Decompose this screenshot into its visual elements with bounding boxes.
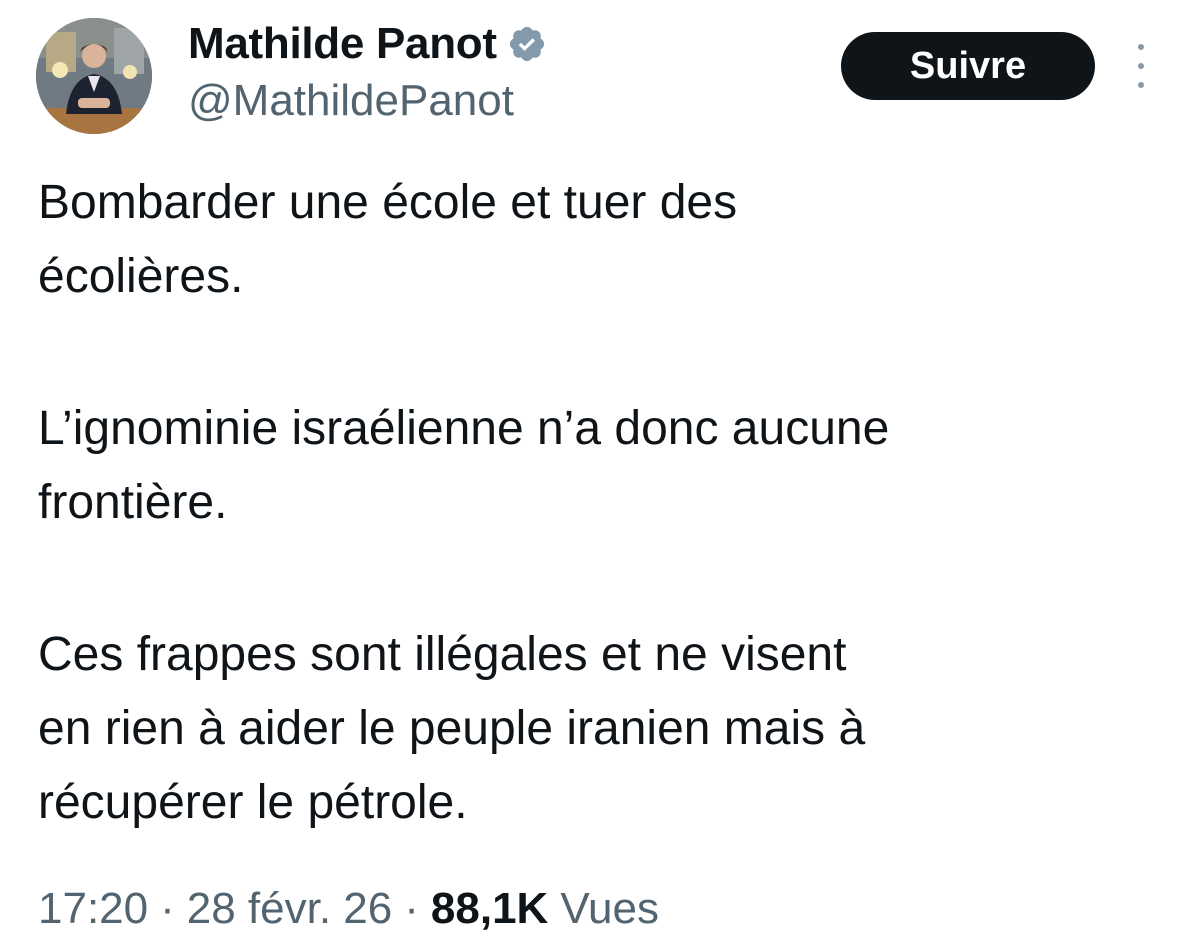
tweet-header: Mathilde Panot @MathildePanot Suivre [36, 18, 1166, 138]
tweet-card: Mathilde Panot @MathildePanot Suivre Bom… [0, 0, 1200, 944]
verified-badge-icon[interactable] [507, 24, 547, 64]
tweet-paragraph: Bombarder une école et tuer des écolière… [38, 176, 738, 303]
avatar-image [36, 18, 152, 134]
tweet-text: Bombarder une école et tuer des écolière… [38, 166, 1168, 840]
more-dot [1138, 44, 1144, 50]
more-options-icon[interactable] [1126, 44, 1156, 88]
tweet-paragraph: L’ignominie israélienne n’a donc aucune … [38, 402, 890, 529]
follow-button[interactable]: Suivre [841, 32, 1095, 100]
author-handle[interactable]: @MathildePanot [188, 76, 547, 126]
meta-separator: · [160, 884, 175, 933]
display-name-row: Mathilde Panot [188, 18, 547, 70]
tweet-time[interactable]: 17:20 [38, 884, 148, 934]
meta-separator: · [404, 884, 419, 933]
author-display-name[interactable]: Mathilde Panot [188, 19, 497, 69]
tweet-paragraph: Ces frappes sont illégales et ne visent … [38, 628, 866, 829]
views-label: Vues [560, 884, 659, 933]
author-names: Mathilde Panot @MathildePanot [188, 18, 547, 126]
more-dot [1138, 63, 1144, 69]
tweet-meta: 17:20 · 28 févr. 26 · 88,1K Vues [38, 884, 659, 934]
views-count: 88,1K [430, 884, 549, 933]
more-dot [1138, 82, 1144, 88]
tweet-date[interactable]: 28 févr. 26 [187, 884, 392, 934]
avatar[interactable] [36, 18, 152, 134]
